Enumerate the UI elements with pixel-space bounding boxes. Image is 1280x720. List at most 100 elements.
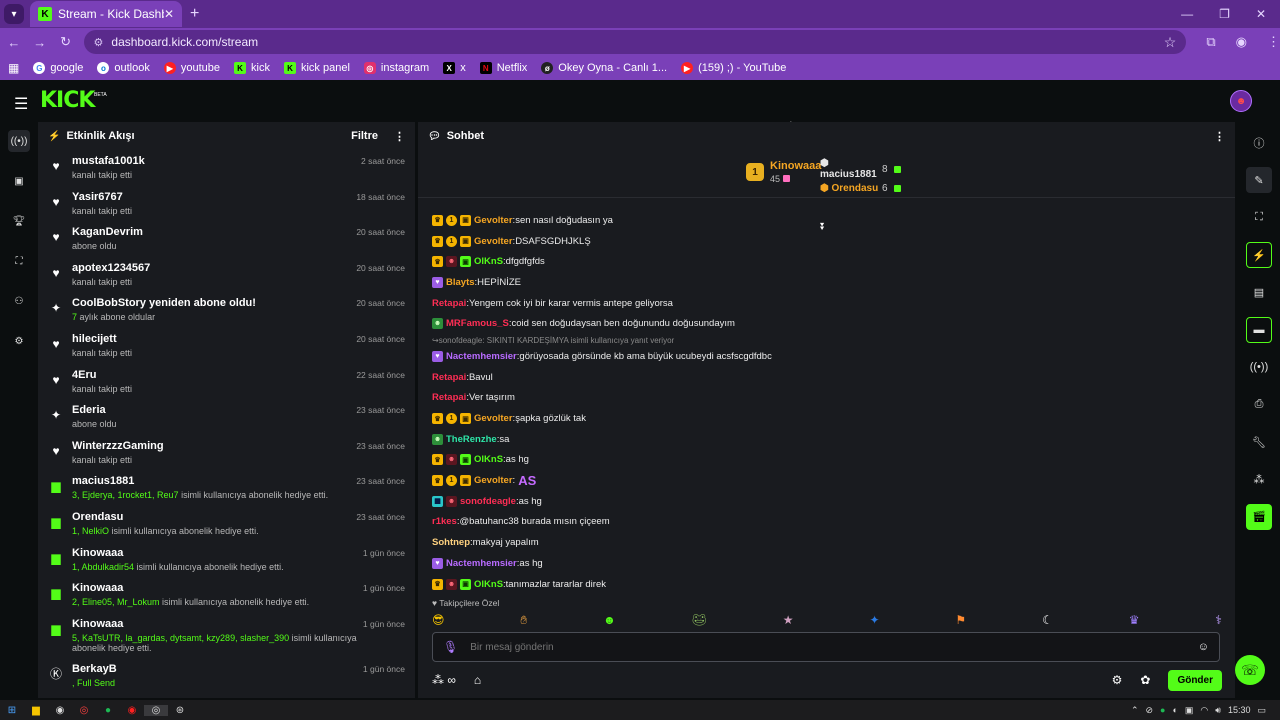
chat-message[interactable]: ♛ 1 ▣ Gevolter: AS	[432, 470, 1222, 491]
frog-badge-icon[interactable]: ☻	[432, 433, 443, 445]
activity-event[interactable]: ▆ Kinowaaa 2, Eline05, Mr_Lokum isimli kul…	[38, 577, 415, 613]
chat-message[interactable]: ♥ Nactemhemsier: görüyosada görsünde kb a…	[432, 346, 1222, 367]
kick-logo[interactable]: KICK	[40, 88, 95, 113]
activity-event[interactable]: ▆ Kinowaaa 5, KaTsUTR, la_gardas, dytsamt,…	[38, 613, 415, 658]
emote-7-icon[interactable]: ⚑	[955, 613, 966, 628]
chrome-icon[interactable]: ◎	[72, 705, 96, 716]
rewards-icon[interactable]: ✿	[1140, 673, 1150, 687]
activity-event[interactable]: ♥ Yasir6767 kanalı takip etti 18 saat önce	[38, 186, 415, 222]
chat-message[interactable]: Sohtnep: makyaj yapalım	[432, 532, 1222, 553]
tray-icon-3[interactable]: ◐	[1172, 705, 1177, 715]
sub-badge-icon[interactable]: ▣	[460, 256, 471, 268]
bookmark-youtube-video[interactable]: ▶ (159) ;) - YouTube	[681, 62, 786, 74]
chat-username[interactable]: Sohtnep	[432, 537, 470, 548]
reload-icon[interactable]: ↻	[54, 34, 78, 50]
emote-1-icon[interactable]: 😎︎	[432, 613, 445, 628]
bookmark-outlook[interactable]: o outlook	[97, 62, 150, 74]
settings-icon[interactable]: ⚙	[8, 330, 30, 352]
user-avatar[interactable]: ☻	[1230, 90, 1252, 112]
chat-username[interactable]: OlKnS	[474, 256, 503, 267]
crown-badge-icon[interactable]: ♛	[432, 413, 443, 425]
chat-icon[interactable]: ▬	[1246, 316, 1272, 343]
site-info-icon[interactable]: ⚙	[94, 36, 104, 49]
chat-message[interactable]: ♛ ☻ ▣ OlKnS: dfgdfgfds	[432, 251, 1222, 272]
tray-icon-2[interactable]: ●	[1160, 705, 1165, 715]
community-icon[interactable]: ⚇	[8, 290, 30, 312]
chat-input-box[interactable]: 🎙︎ ☺	[432, 632, 1220, 662]
crown-badge-icon[interactable]: ♛	[432, 454, 443, 466]
chat-message[interactable]: ▦ ☻ sonofdeagle: as hg	[432, 491, 1222, 512]
edit-pencil-icon[interactable]: ✎	[1246, 167, 1272, 194]
opera-icon[interactable]: ◉	[120, 705, 144, 716]
chat-message[interactable]: Retapai: Ver taşırım	[432, 388, 1222, 409]
chat-username[interactable]: Retapai	[432, 392, 466, 403]
tray-icon-1[interactable]: ⊘	[1145, 705, 1153, 716]
stream-broadcast-icon[interactable]: ((•))	[8, 130, 30, 152]
chat-username[interactable]: Nactemhemsier	[446, 558, 517, 569]
share-icon[interactable]: ⁂	[1246, 467, 1272, 493]
frog-badge-icon[interactable]: ☻	[432, 318, 443, 330]
crown-badge-icon[interactable]: ♛	[432, 235, 443, 247]
activity-event[interactable]: ✦ CoolBobStory yeniden abone oldu! 7 aylık…	[38, 292, 415, 328]
activity-event[interactable]: ▆ Kinowaaa 1, Abdulkadir54 isimli kullanıc…	[38, 542, 415, 578]
tab-search-button[interactable]: ▾	[4, 4, 24, 24]
spotify-icon[interactable]: ●	[96, 705, 120, 716]
close-tab-icon[interactable]: ✕	[164, 7, 174, 21]
minimize-icon[interactable]: —	[1181, 7, 1193, 21]
top-gifter-first[interactable]: 1 Kinowaaa 45	[746, 160, 821, 184]
hamburger-menu-icon[interactable]: ☰	[14, 94, 28, 114]
activity-bolt-icon[interactable]: ⚡	[1246, 242, 1272, 269]
activity-event[interactable]: ♥ KaganDevrim abone oldu 20 saat önce	[38, 221, 415, 257]
obs-icon[interactable]: ⊛	[168, 705, 192, 716]
gift-box-badge-icon[interactable]: ▣	[460, 475, 471, 487]
top-gifter-second[interactable]: ⬢ macius1881 8	[820, 158, 901, 180]
bookmark-instagram[interactable]: ◎ instagram	[363, 62, 429, 74]
rank-one-badge-icon[interactable]: 1	[446, 214, 457, 226]
kick-points-icon[interactable]: ⁂ ∞	[432, 673, 456, 687]
chat-message-input[interactable]	[470, 641, 1198, 653]
emoji-picker-icon[interactable]: ☺	[1198, 641, 1209, 653]
bookmark-okey[interactable]: ø Okey Oyna - Canlı 1...	[541, 62, 667, 74]
bookmark-youtube[interactable]: ▶ youtube	[163, 62, 220, 74]
emote-4-icon[interactable]: 🐸︎	[692, 613, 707, 628]
file-explorer-icon[interactable]: ▆	[24, 705, 48, 716]
more-options-icon[interactable]: ⋮	[394, 130, 405, 143]
activity-event[interactable]: Ⓚ BerkayB , Full Send 1 gün önce	[38, 658, 415, 694]
chat-message[interactable]: Retapai: Yengem cok iyi bir karar vermis…	[432, 293, 1222, 314]
crown-badge-icon[interactable]: ♛	[432, 256, 443, 268]
bookmark-kick-panel[interactable]: Kkick panel	[283, 62, 350, 74]
bookmark-star-icon[interactable]: ☆	[1164, 34, 1177, 51]
crown-badge-icon[interactable]: ♛	[432, 578, 443, 590]
chat-message[interactable]: r1kes: @batuhanc38 burada mısın çiçeem	[432, 512, 1222, 533]
notifications-icon[interactable]: ▭	[1257, 705, 1266, 716]
activity-event[interactable]: ▆ Orendasu 1, NelkiO isimli kullanıcıya ab…	[38, 506, 415, 542]
tray-icon-4[interactable]: ▣	[1185, 705, 1194, 716]
emote-2-icon[interactable]: ✋︎	[520, 613, 527, 628]
back-icon[interactable]: ←	[2, 35, 26, 50]
chat-message[interactable]: ♛ ☻ ▣ OlKnS: as hg	[432, 450, 1222, 471]
document-icon[interactable]: ▤	[1246, 280, 1272, 306]
activity-event[interactable]: ♥ hilecijett kanalı takip etti 20 saat önce	[38, 328, 415, 364]
clapperboard-icon[interactable]: 🎬︎	[1246, 503, 1272, 530]
purple-heart-badge-icon[interactable]: ♥	[432, 350, 443, 362]
menu-icon[interactable]: ⋮	[1267, 34, 1280, 50]
emote-3-icon[interactable]: ☻	[603, 613, 616, 628]
sub-badge-icon[interactable]: ▣	[460, 578, 471, 590]
trophy-icon[interactable]: 🏆︎	[8, 210, 30, 232]
broadcast-icon[interactable]: ((•))	[1246, 354, 1272, 380]
chat-message[interactable]: ♛ 1 ▣ Gevolter: şapka gözlük tak	[432, 408, 1222, 429]
gift-box-badge-icon[interactable]: ▣	[460, 235, 471, 247]
windows-start-icon[interactable]: ⊞	[0, 705, 24, 716]
emote-5-icon[interactable]: ★	[783, 613, 794, 628]
activity-event[interactable]: ♥ apotex1234567 kanalı takip etti 20 saat ö…	[38, 257, 415, 293]
forward-icon[interactable]: →	[28, 35, 52, 50]
clip-icon[interactable]: ⛶	[8, 250, 30, 272]
bookmark-netflix[interactable]: N Netflix	[479, 62, 527, 74]
url-field[interactable]: ⚙ dashboard.kick.com/stream ☆	[83, 30, 1187, 54]
browser-tab[interactable]: K Stream - Kick Dashboard ✕	[30, 1, 182, 27]
steam-icon[interactable]: ◉	[48, 705, 72, 716]
chat-message[interactable]: Retapai: Bavul	[432, 367, 1222, 388]
bookmark-google[interactable]: Ggoogle	[33, 62, 83, 74]
sub-badge-icon[interactable]: ▣	[460, 454, 471, 466]
clock-time[interactable]: 15:30	[1228, 705, 1251, 715]
